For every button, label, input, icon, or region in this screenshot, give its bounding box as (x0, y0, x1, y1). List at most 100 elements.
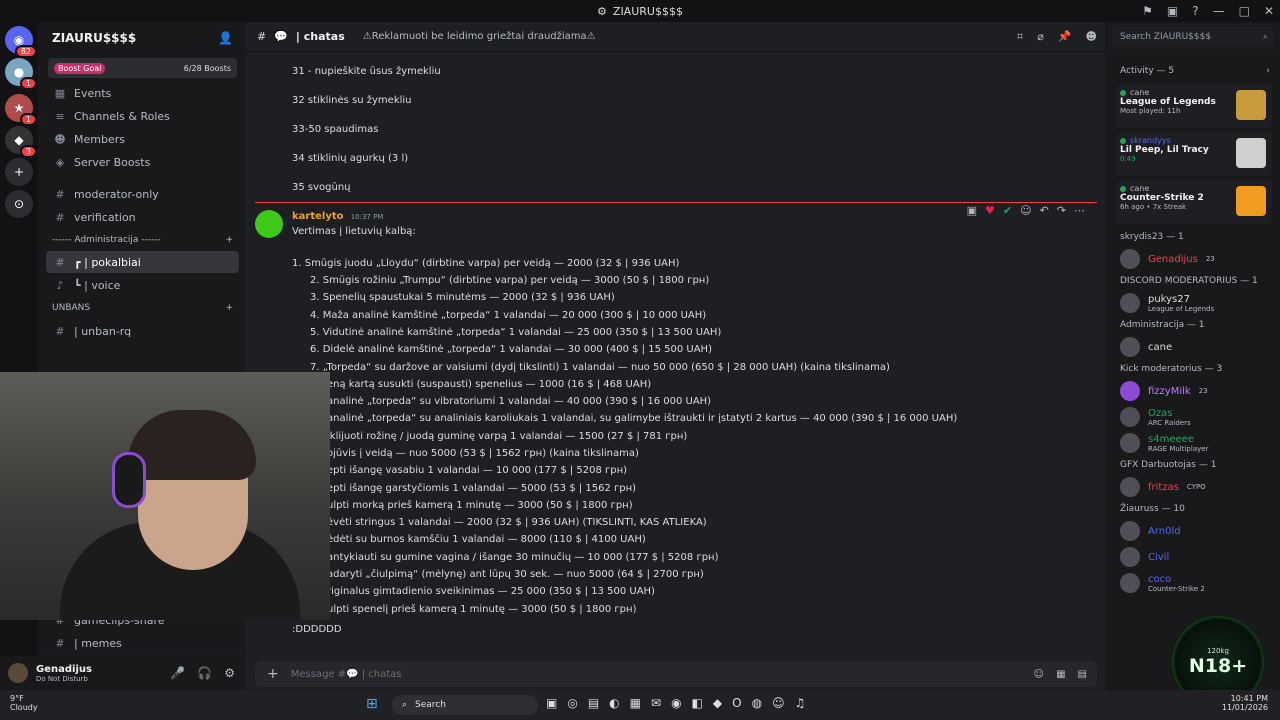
taskbar-search[interactable]: ⌕ Search (392, 695, 538, 715)
gif-icon[interactable]: ☺ (1034, 669, 1044, 680)
add-server-icon[interactable]: + (5, 158, 33, 186)
task-view-icon[interactable]: ▣ (546, 696, 557, 710)
message-input[interactable]: Message #💬 | chatas (291, 669, 402, 680)
chrome-icon[interactable]: ◉ (671, 696, 681, 710)
avatar[interactable] (8, 663, 28, 683)
sticker-icon[interactable]: ▦ (1056, 669, 1065, 680)
members-icon: ☻ (54, 132, 66, 146)
channel-moderator-only[interactable]: # moderator-only (40, 183, 245, 205)
add-channel-icon[interactable]: + (225, 235, 233, 245)
inbox-icon[interactable]: ⚑ (1142, 4, 1153, 18)
channel-verification[interactable]: # verification (40, 206, 245, 228)
clock[interactable]: 10:41 PM 11/01/2026 (1222, 694, 1268, 712)
help-icon[interactable]: ? (1192, 4, 1198, 18)
author-avatar[interactable] (255, 210, 283, 238)
activity-card[interactable]: cane Counter-Strike 2 6h ago • 7x Streak (1116, 180, 1272, 224)
server-header[interactable]: ZIAURU$$$$ 👤 (40, 22, 245, 54)
message-actions: ▣ ♥ ✔ ☺ ↶ ↷ ⋯ (967, 204, 1085, 217)
member-avatar (1120, 477, 1140, 497)
hash-icon: # (55, 636, 65, 650)
discord-home-icon[interactable]: ◉ 82 (5, 26, 37, 58)
game-icon[interactable]: ◆ (713, 696, 722, 710)
forward-icon[interactable]: ↷ (1057, 204, 1066, 217)
member-item[interactable]: s4meeee RAGE Multiplayer (1108, 430, 1280, 456)
album-thumbnail (1236, 138, 1266, 168)
heart-icon[interactable]: ♥ (985, 204, 995, 217)
nav-channels-roles[interactable]: ≡ Channels & Roles (40, 105, 245, 127)
store-icon[interactable]: ▦ (630, 696, 641, 710)
member-item[interactable]: Arn0ld (1108, 518, 1280, 544)
hash-icon: # (55, 187, 65, 201)
search-input[interactable]: Search ZIAURU$$$$ ⌕ (1112, 27, 1274, 47)
list-item: 2. Smūgis rožiniu „Trumpu“ (dirbtine var… (310, 275, 710, 286)
invite-icon[interactable]: 👤 (218, 31, 233, 45)
add-attachment-icon[interactable]: + (267, 666, 279, 682)
apps-icon[interactable]: ▤ (1078, 669, 1087, 680)
spotify-icon[interactable]: ♫ (795, 696, 806, 710)
member-item[interactable]: Ozas ARC Raiders (1108, 404, 1280, 430)
server-icon-1[interactable]: ● 1 (5, 58, 37, 90)
member-item[interactable]: fritzas CYPO (1108, 474, 1280, 500)
list-item: 3. Spenelių spaustukai 5 minutėms — 2000… (310, 292, 615, 303)
nav-members[interactable]: ☻ Members (40, 128, 245, 150)
channel-unban-rq[interactable]: # | unban-rq (40, 320, 245, 342)
file-explorer-icon[interactable]: ▤ (588, 696, 599, 710)
member-avatar (1120, 573, 1140, 593)
outlook-icon[interactable]: ✉ (651, 696, 661, 710)
channel-pokalbiai[interactable]: # ┏ | pokalbiai (46, 251, 239, 273)
discord-icon[interactable]: ☺ (772, 696, 785, 710)
member-item[interactable]: fizzyMilk 23 (1108, 378, 1280, 404)
app-icon[interactable]: ◧ (692, 696, 703, 710)
category-administracija[interactable]: ------ Administracija ------ + (40, 229, 245, 251)
copilot-icon[interactable]: ◎ (567, 696, 577, 710)
steam-icon[interactable]: ◍ (752, 696, 762, 710)
discover-icon[interactable]: ⊙ (5, 190, 33, 218)
microphone-icon[interactable]: 🎤 (170, 666, 185, 680)
check-icon[interactable]: ✔ (1003, 204, 1012, 217)
member-avatar (1120, 547, 1140, 567)
headphones-icon[interactable]: 🎧 (197, 666, 212, 680)
mute-icon[interactable]: ⌀ (1037, 30, 1044, 44)
start-icon[interactable]: ⊞ (366, 696, 378, 712)
activity-card[interactable]: skrandyys Lil Peep, Lil Tracy 0:49 (1116, 132, 1272, 176)
opera-icon[interactable]: O (732, 696, 741, 710)
message-composer[interactable]: + Message #💬 | chatas ☺ ▦ ▤ (255, 661, 1097, 687)
boost-goal[interactable]: Boost Goal 6/28 Boosts (48, 58, 237, 78)
maximize-button[interactable]: □ (1239, 4, 1250, 18)
member-avatar (1120, 337, 1140, 357)
emoji-icon[interactable]: ☺ (1020, 204, 1031, 217)
list-item: adaryti „čiulpimą“ (mėlynę) ant lūpų 30 … (327, 569, 704, 580)
members-toggle-icon[interactable]: ☻ (1086, 30, 1097, 44)
weather-widget[interactable]: 9°F Cloudy (10, 694, 38, 712)
user-bar: Genadijus Do Not Disturb 🎤 🎧 ⚙ (0, 656, 245, 690)
nav-events[interactable]: ▦ Events (40, 82, 245, 104)
member-item[interactable]: cane (1108, 334, 1280, 360)
server-icon-2[interactable]: ★ 1 (5, 94, 37, 126)
channel-memes[interactable]: # | memes (40, 632, 245, 654)
member-item[interactable]: coco Counter-Strike 2 (1108, 570, 1280, 596)
list-item: ulpti spenelį prieš kamerą 1 minutę — 30… (327, 604, 637, 615)
member-item[interactable]: Genadijus 23 (1108, 246, 1280, 272)
reply-icon[interactable]: ↶ (1040, 204, 1049, 217)
pin-icon[interactable]: 📌 (1058, 30, 1072, 44)
message-last: :DDDDDD (292, 624, 342, 635)
close-button[interactable]: ✕ (1264, 4, 1274, 18)
reaction-icon[interactable]: ▣ (967, 204, 977, 217)
taskbar: 9°F Cloudy ⊞ ⌕ Search ▣ ◎ ▤ ◐ ▦ ✉ ◉ ◧ ◆ … (0, 690, 1280, 720)
member-item[interactable]: Civil (1108, 544, 1280, 570)
member-item[interactable]: pukys27 League of Legends (1108, 290, 1280, 316)
chevron-right-icon[interactable]: › (1266, 66, 1270, 76)
screen-icon[interactable]: ▣ (1167, 4, 1178, 18)
bubble-icon: 💬 (274, 30, 288, 43)
threads-icon[interactable]: ⌗ (1017, 30, 1023, 44)
category-unbans[interactable]: UNBANS + (40, 297, 245, 319)
add-channel-icon[interactable]: + (225, 303, 233, 313)
server-icon-3[interactable]: ◆ 3 (5, 126, 37, 158)
settings-icon[interactable]: ⚙ (224, 666, 235, 680)
nav-server-boosts[interactable]: ◈ Server Boosts (40, 151, 245, 173)
activity-card[interactable]: cane League of Legends Most played: 11h (1116, 84, 1272, 128)
edge-icon[interactable]: ◐ (609, 696, 619, 710)
more-icon[interactable]: ⋯ (1074, 204, 1085, 217)
minimize-button[interactable]: — (1213, 4, 1225, 18)
channel-voice[interactable]: ♪ ┗ | voice (40, 274, 245, 296)
